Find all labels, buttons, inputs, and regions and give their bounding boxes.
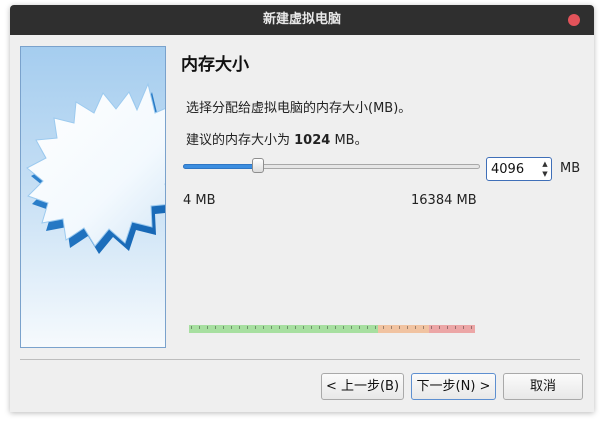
back-button[interactable]: < 上一步(B)	[321, 373, 404, 400]
window-title: 新建虚拟电脑	[262, 12, 341, 27]
slider-tick	[391, 326, 392, 329]
page-description: 选择分配给虚拟电脑的内存大小(MB)。	[186, 101, 412, 116]
slider-tick	[415, 326, 416, 329]
slider-handle[interactable]	[252, 158, 264, 173]
memory-zone-danger	[429, 325, 475, 333]
slider-tick	[311, 326, 312, 329]
page-title: 内存大小	[181, 55, 249, 75]
recommended-value: 1024	[294, 133, 331, 148]
slider-tick	[255, 326, 256, 329]
slider-tick	[343, 326, 344, 329]
chevron-down-icon[interactable]: ▼	[539, 169, 551, 179]
slider-tick	[471, 326, 472, 329]
next-button[interactable]: 下一步(N) >	[411, 373, 496, 400]
memory-spinbox[interactable]: ▲ ▼	[486, 157, 552, 181]
slider-tick	[359, 326, 360, 329]
slider-tick	[279, 326, 280, 329]
slider-tick	[335, 326, 336, 329]
slider-tick	[287, 326, 288, 329]
footer-divider	[20, 359, 580, 360]
memory-unit-label: MB	[560, 161, 581, 176]
wizard-window: 新建虚拟电脑 内存大小 选择分配给虚拟电脑的内存大小(MB)。 建议的内存大小为…	[10, 5, 594, 412]
slider-tick	[247, 326, 248, 329]
title-bar: 新建虚拟电脑	[10, 5, 594, 35]
slider-tick	[407, 326, 408, 329]
recommended-memory-text: 建议的内存大小为 1024 MB。	[186, 129, 368, 148]
slider-tick	[199, 326, 200, 329]
slider-tick	[207, 326, 208, 329]
slider-tick	[239, 326, 240, 329]
slider-tick	[367, 326, 368, 329]
slider-tick	[231, 326, 232, 329]
slider-tick	[455, 326, 456, 329]
slider-tick	[447, 326, 448, 329]
slider-tick	[375, 326, 376, 329]
memory-zone-scale	[189, 325, 475, 333]
slider-tick	[399, 326, 400, 329]
memory-zone-safe	[189, 325, 378, 333]
slider-tick	[439, 326, 440, 329]
starburst-icon	[26, 82, 165, 254]
min-memory-label: 4 MB	[183, 193, 216, 208]
slider-tick	[271, 326, 272, 329]
recommended-prefix: 建议的内存大小为	[186, 133, 295, 148]
slider-tick	[295, 326, 296, 329]
slider-tick	[431, 326, 432, 329]
slider-tick	[263, 326, 264, 329]
cancel-button[interactable]: 取消	[503, 373, 583, 400]
close-icon[interactable]	[568, 14, 580, 26]
slider-fill	[183, 164, 258, 169]
slider-tick	[423, 326, 424, 329]
memory-zone-warning	[378, 325, 429, 333]
chevron-up-icon[interactable]: ▲	[539, 159, 551, 169]
recommended-suffix: MB。	[330, 133, 368, 148]
slider-tick	[223, 326, 224, 329]
memory-slider[interactable]	[183, 158, 480, 333]
wizard-illustration	[20, 46, 166, 348]
slider-tick	[319, 326, 320, 329]
slider-tick	[303, 326, 304, 329]
max-memory-label: 16384 MB	[411, 193, 477, 208]
slider-tick	[215, 326, 216, 329]
slider-tick	[191, 326, 192, 329]
slider-tick	[383, 326, 384, 329]
slider-tick	[463, 326, 464, 329]
memory-input[interactable]	[489, 159, 537, 179]
slider-tick	[351, 326, 352, 329]
slider-tick	[327, 326, 328, 329]
